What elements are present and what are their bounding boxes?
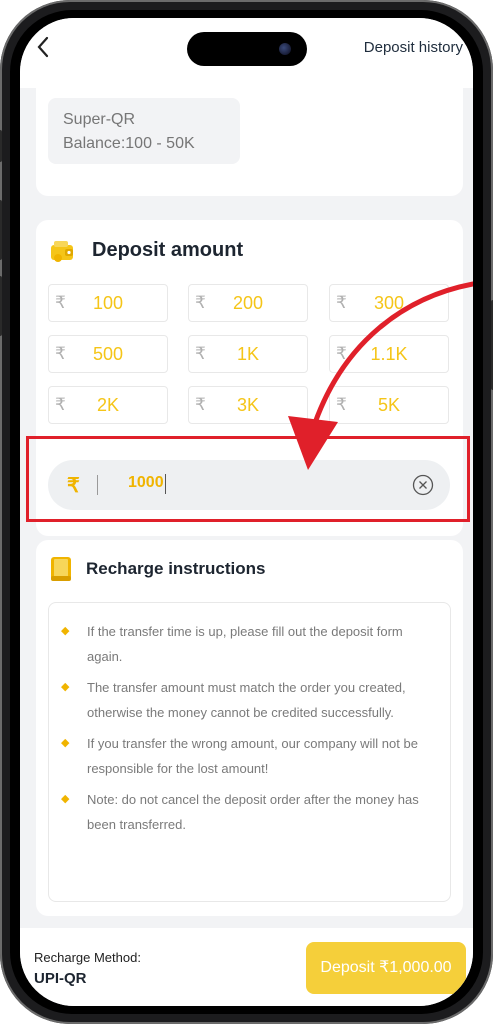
amount-option[interactable]: ₹1.1K [329,335,449,373]
list-item: ◆ Note: do not cancel the deposit order … [61,787,438,837]
chevron-left-icon [37,36,49,58]
amount-value: 500 [92,344,124,364]
wallet-icon [51,241,73,262]
instructions-list: ◆ If the transfer time is up, please fil… [48,602,451,902]
dynamic-island [187,32,307,66]
amount-value: 100 [92,293,124,313]
instruction-text: If you transfer the wrong amount, our co… [87,736,418,776]
input-divider [97,475,98,495]
deposit-amount-title: Deposit amount [92,238,244,261]
instructions-title: Recharge instructions [86,559,266,578]
diamond-bullet-icon: ◆ [61,737,70,749]
back-button[interactable] [36,36,60,60]
amount-option[interactable]: ₹300 [329,284,449,322]
amount-value: 2K [96,395,120,415]
bottom-bar: Recharge Method: UPI-QR Deposit ₹1,000.0… [20,928,473,1006]
amount-value: 1.1K [370,344,408,364]
amount-value: 1K [236,344,260,364]
diamond-bullet-icon: ◆ [61,625,70,637]
channel-card: Super-QR Balance:100 - 50K [36,78,463,196]
recharge-instructions-card: Recharge instructions ◆ If the transfer … [36,540,463,916]
book-icon [51,557,71,581]
list-item: ◆ If the transfer time is up, please fil… [61,619,438,669]
amount-value: 200 [232,293,264,313]
channel-balance: Balance:100 - 50K [63,135,195,152]
instruction-text: The transfer amount must match the order… [87,680,406,720]
deposit-amount-header: Deposit amount [48,236,243,264]
list-item: ◆ The transfer amount must match the ord… [61,675,438,725]
amount-option[interactable]: ₹5K [329,386,449,424]
amount-value: 300 [373,293,405,313]
amount-option[interactable]: ₹200 [188,284,308,322]
amount-option[interactable]: ₹500 [48,335,168,373]
amount-option[interactable]: ₹2K [48,386,168,424]
recharge-method-label: Recharge Method: [34,950,141,965]
channel-option[interactable]: Super-QR Balance:100 - 50K [48,98,240,164]
amount-value: 5K [377,395,401,415]
amount-value: 3K [236,395,260,415]
amount-option[interactable]: ₹3K [188,386,308,424]
deposit-history-link[interactable]: Deposit history [364,39,463,56]
amount-option[interactable]: ₹1K [188,335,308,373]
amount-input-value: 1000 [128,474,166,494]
amount-option[interactable]: ₹100 [48,284,168,322]
clear-icon[interactable] [412,474,434,496]
diamond-bullet-icon: ◆ [61,681,70,693]
camera-icon [279,43,291,55]
deposit-button[interactable]: Deposit ₹1,000.00 [306,942,466,994]
volume-down-button [0,276,2,336]
volume-up-button [0,200,2,260]
deposit-amount-card: Deposit amount ₹100 ₹200 ₹300 ₹500 ₹1K ₹… [36,220,463,536]
amount-input[interactable]: ₹ 1000 [48,460,450,510]
instruction-text: Note: do not cancel the deposit order af… [87,792,419,832]
recharge-method-value: UPI-QR [34,970,87,987]
rupee-icon: ₹ [67,475,80,497]
channel-name: Super-QR [63,111,136,128]
action-button [0,130,2,162]
screen: Deposit history Super-QR Balance:100 - 5… [20,18,473,1006]
instructions-header: Recharge instructions [50,556,266,582]
list-item: ◆ If you transfer the wrong amount, our … [61,731,438,781]
diamond-bullet-icon: ◆ [61,793,70,805]
instruction-text: If the transfer time is up, please fill … [87,624,403,664]
